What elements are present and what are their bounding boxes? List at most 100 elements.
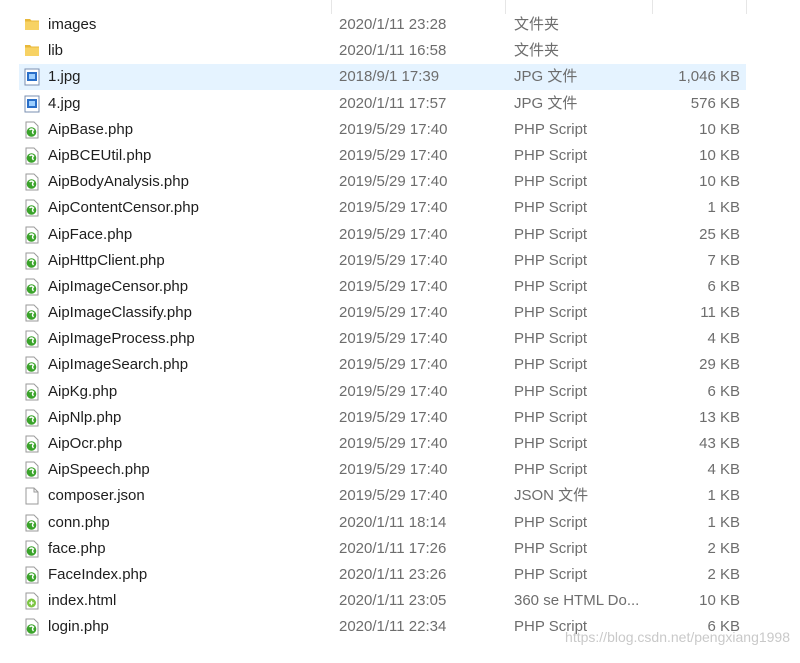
file-row[interactable]: AipKg.php 2019/5/29 17:40 PHP Script 6 KB (0, 379, 800, 405)
file-date-modified: 2019/5/29 17:40 (339, 146, 448, 164)
file-size (600, 12, 740, 38)
file-row[interactable]: composer.json 2019/5/29 17:40 JSON 文件 1 KB (0, 483, 800, 509)
file-row[interactable]: 1.jpg 2018/9/1 17:39 JPG 文件 1,046 KB (0, 64, 800, 91)
php-file-icon (24, 352, 42, 378)
file-row[interactable]: AipImageProcess.php 2019/5/29 17:40 PHP Sc… (0, 326, 800, 352)
file-type: PHP Script (514, 461, 588, 479)
file-row[interactable]: FaceIndex.php 2020/1/11 23:26 PHP Script 2 … (0, 562, 800, 588)
file-size: 2 KB (707, 539, 740, 557)
file-name: AipKg.php (48, 382, 118, 400)
php-file-icon (24, 614, 42, 640)
php-file-icon (24, 405, 42, 431)
generic-file-icon (24, 483, 42, 509)
file-name: index.html (48, 592, 117, 610)
file-name: AipImageSearch.php (48, 356, 189, 374)
file-name: composer.json (48, 487, 145, 505)
file-type: PHP Script (514, 277, 588, 295)
file-row[interactable]: AipNlp.php 2019/5/29 17:40 PHP Script 13 KB (0, 405, 800, 431)
file-name: AipBCEUtil.php (48, 146, 152, 164)
file-name: AipOcr.php (48, 435, 123, 452)
file-type: 文件夹 (514, 16, 560, 33)
php-file-icon (24, 222, 42, 248)
file-row[interactable]: AipImageSearch.php 2019/5/29 17:40 PHP Scr… (0, 352, 800, 378)
file-row[interactable]: AipBodyAnalysis.php 2019/5/29 17:40 PHP Sc… (0, 169, 800, 195)
file-size (600, 38, 740, 64)
file-date-modified: 2020/1/11 23:28 (339, 16, 447, 33)
file-row[interactable]: AipSpeech.php 2019/5/29 17:40 PHP Script 4 … (0, 457, 800, 483)
file-row[interactable]: images 2020/1/11 23:28 文件夹 (0, 12, 800, 38)
file-date-modified: 2019/5/29 17:40 (339, 435, 448, 452)
file-row[interactable]: AipBase.php 2019/5/29 17:40 PHP Script 10 K… (0, 117, 800, 143)
file-type: PHP Script (514, 173, 588, 191)
php-file-icon (24, 143, 42, 169)
file-row[interactable]: face.php 2020/1/11 17:26 PHP Script 2 KB (0, 536, 800, 562)
file-size: 576 KB (690, 94, 740, 112)
folder-icon (24, 12, 42, 38)
file-date-modified: 2019/5/29 17:40 (339, 382, 448, 400)
jpg-file-icon (24, 91, 42, 117)
file-name: 1.jpg (48, 68, 81, 86)
file-type: PHP Script (514, 382, 588, 400)
file-name: AipImageClassify.php (48, 304, 192, 322)
file-row[interactable]: lib 2020/1/11 16:58 文件夹 (0, 38, 800, 64)
file-row[interactable]: AipHttpClient.php 2019/5/29 17:40 PHP Scri… (0, 248, 800, 274)
file-size: 4 KB (707, 461, 740, 479)
file-size: 13 KB (699, 408, 740, 426)
file-date-modified: 2019/5/29 17:40 (339, 199, 448, 217)
file-size: 11 KB (700, 304, 740, 322)
file-name: AipFace.php (48, 225, 133, 243)
file-type: PHP Script (514, 435, 588, 452)
file-date-modified: 2019/5/29 17:40 (339, 356, 448, 374)
php-file-icon (24, 300, 42, 326)
file-row[interactable]: conn.php 2020/1/11 18:14 PHP Script 1 KB (0, 510, 800, 536)
file-type: PHP Script (514, 408, 588, 426)
file-name: face.php (48, 539, 106, 557)
file-date-modified: 2019/5/29 17:40 (339, 120, 448, 138)
file-size: 6 KB (707, 277, 740, 295)
file-name: FaceIndex.php (48, 565, 148, 583)
file-explorer: images 2020/1/11 23:28 文件夹 lib 2020/1/11 16:… (0, 0, 800, 663)
file-type: PHP Script (514, 539, 588, 557)
file-name: AipNlp.php (48, 408, 122, 426)
file-row[interactable]: AipBCEUtil.php 2019/5/29 17:40 PHP Script 1… (0, 143, 800, 169)
file-date-modified: 2020/1/11 23:05 (339, 592, 447, 610)
file-type: JPG 文件 (514, 94, 578, 112)
file-name: conn.php (48, 513, 110, 531)
file-type: PHP Script (514, 225, 588, 243)
file-name: AipHttpClient.php (48, 251, 165, 269)
file-size: 1 KB (707, 513, 740, 531)
file-name: images (48, 16, 97, 33)
file-name: AipImageProcess.php (48, 330, 195, 348)
file-size: 2 KB (707, 565, 740, 583)
file-size: 7 KB (707, 251, 740, 269)
file-date-modified: 2020/1/11 23:26 (339, 565, 447, 583)
php-file-icon (24, 274, 42, 300)
file-size: 6 KB (707, 382, 740, 400)
file-date-modified: 2019/5/29 17:40 (339, 304, 448, 322)
file-row[interactable]: AipContentCensor.php 2019/5/29 17:40 PHP S… (0, 195, 800, 221)
file-size: 1 KB (707, 199, 740, 217)
file-size: 10 KB (699, 146, 740, 164)
file-type: PHP Script (514, 356, 588, 374)
file-type: PHP Script (514, 330, 588, 348)
file-name: lib (48, 42, 64, 60)
file-date-modified: 2020/1/11 18:14 (339, 513, 447, 531)
file-row[interactable]: AipFace.php 2019/5/29 17:40 PHP Script 25 K… (0, 222, 800, 248)
php-file-icon (24, 117, 42, 143)
file-row[interactable]: index.html 2020/1/11 23:05 360 se HTML Do.… (0, 588, 800, 614)
file-row[interactable]: AipImageCensor.php 2019/5/29 17:40 PHP Scr… (0, 274, 800, 300)
file-type: JSON 文件 (514, 487, 589, 505)
file-type: JPG 文件 (514, 68, 578, 86)
php-file-icon (24, 536, 42, 562)
html-file-icon (24, 588, 42, 614)
folder-icon (24, 38, 42, 64)
file-date-modified: 2020/1/11 17:26 (339, 539, 447, 557)
file-type: PHP Script (514, 120, 588, 138)
file-size: 29 KB (699, 356, 740, 374)
file-row[interactable]: AipOcr.php 2019/5/29 17:40 PHP Script 43 KB (0, 431, 800, 457)
file-row[interactable]: AipImageClassify.php 2019/5/29 17:40 PHP S… (0, 300, 800, 326)
watermark: https://blog.csdn.net/pengxiang1998 (565, 629, 790, 645)
php-file-icon (24, 169, 42, 195)
file-date-modified: 2019/5/29 17:40 (339, 251, 448, 269)
file-row[interactable]: 4.jpg 2020/1/11 17:57 JPG 文件 576 KB (0, 91, 800, 117)
